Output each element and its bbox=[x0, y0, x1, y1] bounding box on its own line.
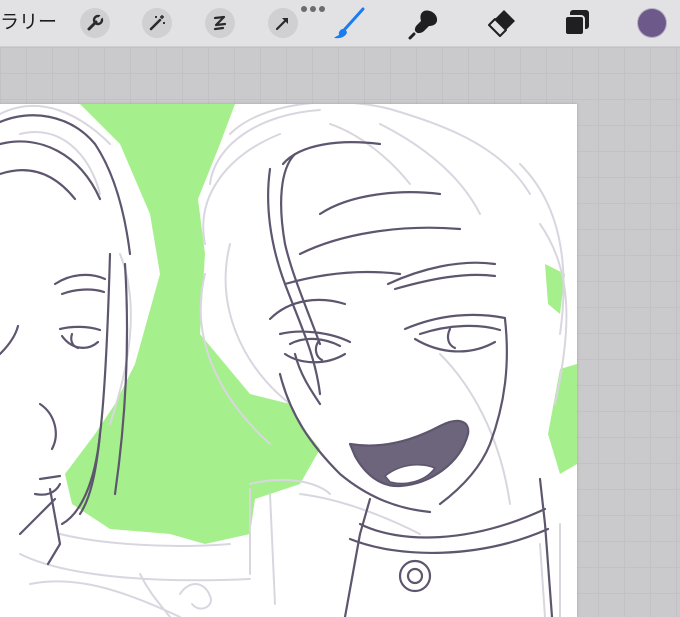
arrow-icon[interactable] bbox=[268, 8, 298, 38]
wrench-icon[interactable] bbox=[80, 8, 110, 38]
green-fill bbox=[65, 104, 320, 544]
smudge-icon[interactable] bbox=[408, 6, 442, 40]
magic-wand-icon[interactable] bbox=[142, 8, 172, 38]
green-fill-right bbox=[548, 364, 577, 474]
gallery-button[interactable]: ラリー bbox=[0, 10, 57, 36]
top-toolbar: ラリー bbox=[0, 0, 680, 47]
eraser-icon[interactable] bbox=[484, 6, 518, 40]
drawing-canvas[interactable] bbox=[0, 104, 577, 617]
color-picker[interactable] bbox=[638, 9, 666, 37]
lineart-layer bbox=[0, 114, 554, 617]
more-options-icon[interactable] bbox=[300, 4, 326, 14]
s-curve-icon[interactable] bbox=[205, 8, 235, 38]
layers-icon[interactable] bbox=[560, 6, 594, 40]
artwork bbox=[0, 104, 577, 617]
brush-icon[interactable] bbox=[332, 6, 366, 40]
